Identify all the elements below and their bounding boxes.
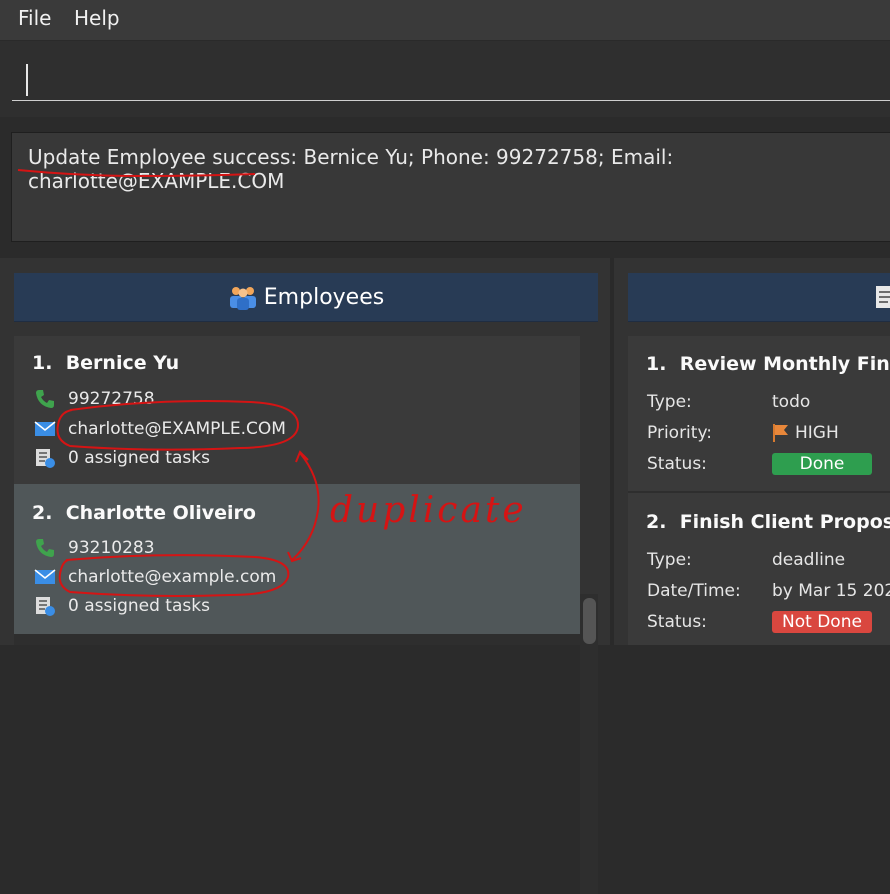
annotation-double-arrow: [291, 452, 320, 561]
annotation-circle-email-2: [58, 554, 290, 597]
handwritten-annotation-overlay: duplicate: [17, 169, 527, 597]
annotation-underline: [17, 169, 256, 178]
annotation-circle-email-1: [56, 400, 300, 451]
annotation-text: duplicate: [330, 490, 527, 531]
